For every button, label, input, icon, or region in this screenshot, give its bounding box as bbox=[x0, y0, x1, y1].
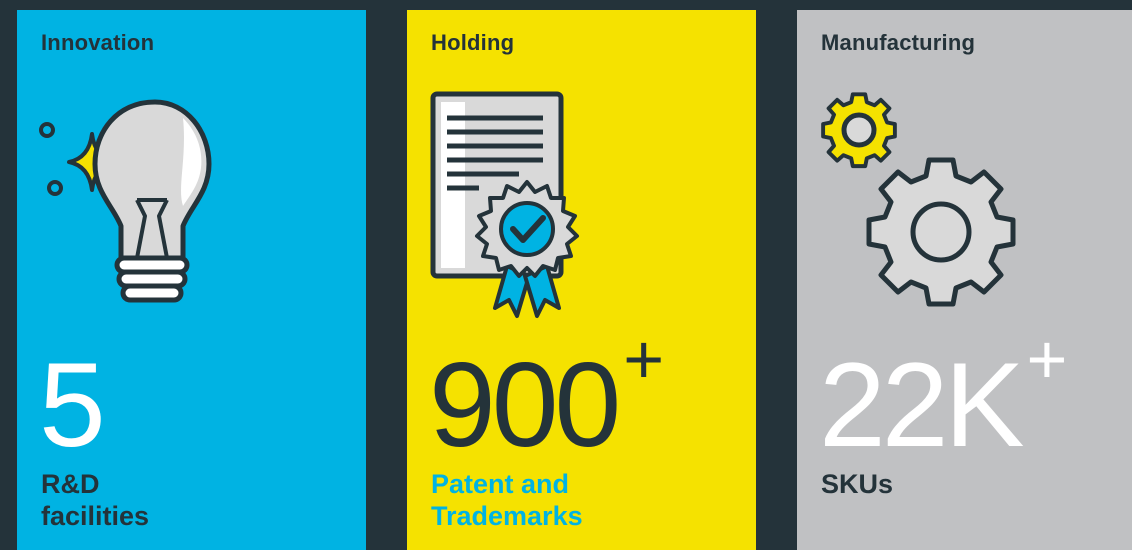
stat-caption: Patent and Trademarks bbox=[431, 469, 583, 531]
stat-value: 22K bbox=[819, 338, 1025, 472]
stat-suffix: + bbox=[1026, 320, 1068, 398]
stat-number: 900+ bbox=[429, 324, 664, 465]
stats-page: Innovation 5 R&D facilities Holding 900+… bbox=[0, 0, 1132, 550]
gears-icon bbox=[817, 88, 1017, 328]
stat-value: 5 bbox=[39, 338, 106, 472]
card-title: Manufacturing bbox=[821, 30, 976, 55]
stat-number: 22K+ bbox=[819, 324, 1067, 465]
manufacturing-card: Manufacturing 22K+ SKUs bbox=[797, 10, 1132, 550]
holding-card: Holding 900+ Patent and Trademarks bbox=[407, 10, 756, 550]
stat-caption: SKUs bbox=[821, 469, 894, 499]
stat-number: 5 bbox=[39, 345, 108, 465]
stat-value: 900 bbox=[429, 338, 621, 472]
stat-suffix: + bbox=[623, 320, 665, 398]
innovation-card: Innovation 5 R&D facilities bbox=[17, 10, 366, 550]
lightbulb-icon bbox=[37, 88, 237, 328]
certificate-icon bbox=[427, 88, 627, 328]
card-title: Innovation bbox=[41, 30, 155, 55]
stat-caption: R&D facilities bbox=[41, 469, 150, 531]
card-title: Holding bbox=[431, 30, 515, 55]
